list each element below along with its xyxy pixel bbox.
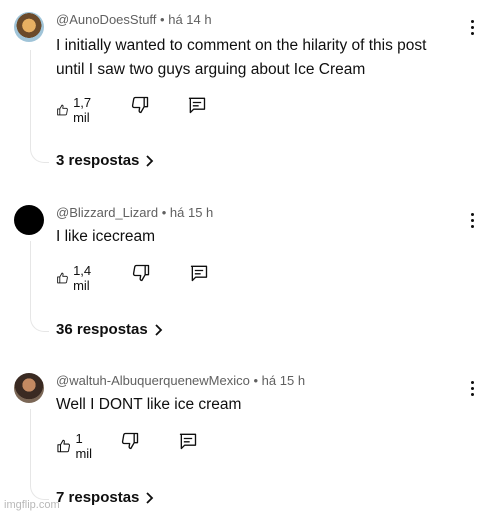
more-vertical-icon[interactable] <box>468 213 476 228</box>
thread-connector <box>30 241 49 332</box>
like-count: 1,7 mil <box>73 95 92 125</box>
reply-button[interactable] <box>178 431 198 451</box>
chevron-right-icon <box>145 155 155 167</box>
more-vertical-icon[interactable] <box>468 20 476 35</box>
view-replies-button[interactable]: 7 respostas <box>56 489 155 506</box>
comment-text-line: I like icecream <box>56 228 156 245</box>
dislike-button[interactable] <box>130 95 150 115</box>
thread-connector <box>30 50 49 163</box>
replies-label: 36 respostas <box>56 321 148 338</box>
view-replies-button[interactable]: 3 respostas <box>56 152 155 169</box>
comment-text: Well I DONT like ice cream <box>56 393 241 417</box>
thumbs-down-icon <box>131 263 151 283</box>
dislike-button[interactable] <box>131 263 151 283</box>
timestamp[interactable]: há 14 h <box>168 12 211 27</box>
dislike-button[interactable] <box>120 431 140 451</box>
like-button[interactable]: 1 mil <box>56 431 97 461</box>
avatar[interactable] <box>14 205 44 235</box>
avatar[interactable] <box>14 373 44 403</box>
timestamp[interactable]: há 15 h <box>262 373 305 388</box>
meta-separator: • <box>160 12 165 27</box>
comment-text: I initially wanted to comment on the hil… <box>56 34 426 82</box>
thumbs-up-icon <box>56 268 69 288</box>
thumbs-down-icon <box>130 95 150 115</box>
like-button[interactable]: 1,7 mil <box>56 95 98 125</box>
like-count: 1 mil <box>75 431 93 461</box>
comment-icon <box>178 431 198 451</box>
chevron-right-icon <box>145 492 155 504</box>
thread-connector <box>30 409 49 500</box>
replies-label: 7 respostas <box>56 489 140 506</box>
author-handle[interactable]: @Blizzard_Lizard <box>56 205 158 220</box>
watermark: imgflip.com <box>4 499 60 511</box>
meta-separator: • <box>253 373 259 388</box>
reply-button[interactable] <box>189 263 209 283</box>
thumbs-down-icon <box>120 431 140 451</box>
chevron-right-icon <box>154 324 164 336</box>
comment-meta: @AunoDoesStuff • há 14 h <box>56 12 212 27</box>
view-replies-button[interactable]: 36 respostas <box>56 321 164 338</box>
thumbs-up-icon <box>56 100 69 120</box>
comment-text-line: Well I DONT like ice cream <box>56 396 242 413</box>
meta-separator: • <box>161 205 167 220</box>
comment-text: I like icecream <box>56 225 155 249</box>
author-handle[interactable]: @waltuh-AlbuquerquenewMexico <box>56 373 250 388</box>
comment-meta: @Blizzard_Lizard • há 15 h <box>56 205 213 220</box>
thumbs-up-icon <box>56 436 71 456</box>
author-handle[interactable]: @AunoDoesStuff <box>56 12 156 27</box>
comment-icon <box>187 95 207 115</box>
comment-meta: @waltuh-AlbuquerquenewMexico • há 15 h <box>56 373 305 388</box>
more-vertical-icon[interactable] <box>468 381 476 396</box>
replies-label: 3 respostas <box>56 152 140 169</box>
like-button[interactable]: 1,4 mil <box>56 263 98 293</box>
like-count: 1,4 mil <box>73 263 92 293</box>
reply-button[interactable] <box>187 95 207 115</box>
avatar[interactable] <box>14 12 44 42</box>
timestamp[interactable]: há 15 h <box>170 205 213 220</box>
comment-text-line: until I saw two guys arguing about Ice C… <box>56 61 366 78</box>
comment-text-line: I initially wanted to comment on the hil… <box>56 37 427 54</box>
comment-icon <box>189 263 209 283</box>
